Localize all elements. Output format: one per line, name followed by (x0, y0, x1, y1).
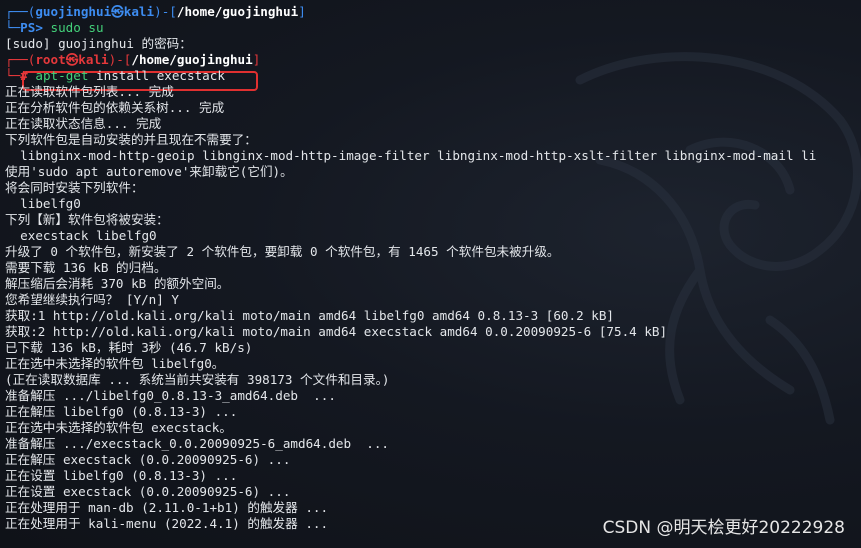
output-line: 获取:1 http://old.kali.org/kali moto/main … (5, 308, 615, 323)
output-line: 使用'sudo apt autoremove'来卸载它(它们)。 (5, 164, 293, 179)
output-line: 正在解压 libelfg0 (0.8.13-3) ... (5, 404, 238, 419)
output-line: libelfg0 (5, 196, 81, 211)
output-line: 正在读取软件包列表... 完成 (5, 84, 174, 99)
output-line: libnginx-mod-http-geoip libnginx-mod-htt… (5, 148, 817, 163)
output-line: 下列【新】软件包将被安装： (5, 212, 169, 227)
output-line: 需要下载 136 kB 的归档。 (5, 260, 167, 275)
output-line: 获取:2 http://old.kali.org/kali moto/main … (5, 324, 668, 339)
root-prompt-header-line: ┌──(root㉿kali)-[/home/guojinghui] (5, 52, 261, 67)
output-line: 正在解压 execstack (0.0.20090925-6) ... (5, 452, 291, 467)
output-line: 您希望继续执行吗？ [Y/n] Y (5, 292, 180, 307)
output-line: execstack libelfg0 (5, 228, 157, 243)
output-line: 正在选中未选择的软件包 libelfg0。 (5, 356, 225, 371)
output-line: 正在读取状态信息... 完成 (5, 116, 162, 131)
output-line: 已下载 136 kB，耗时 3秒 (46.7 kB/s) (5, 340, 253, 355)
output-line: 解压缩后会消耗 370 kB 的额外空间。 (5, 276, 230, 291)
command-args: install execstack (96, 68, 225, 83)
root-command-line: └─# apt-get install execstack (5, 68, 225, 83)
apt-output: 正在读取软件包列表... 完成 正在分析软件包的依赖关系树... 完成 正在读取状态… (5, 84, 861, 532)
output-line: 正在设置 libelfg0 (0.8.13-3) ... (5, 468, 238, 483)
command-name: apt-get (35, 68, 89, 83)
output-line: 准备解压 .../libelfg0_0.8.13-3_amd64.deb ... (5, 388, 336, 403)
output-line: 准备解压 .../execstack_0.0.20090925-6_amd64.… (5, 436, 389, 451)
output-line: 正在选中未选择的软件包 execstack。 (5, 420, 232, 435)
prompt-command-line: └─PS> sudo su (5, 20, 104, 35)
output-line: 升级了 0 个软件包，新安装了 2 个软件包，要卸载 0 个软件包，有 1465… (5, 244, 560, 259)
csdn-watermark: CSDN @明天桧更好20222928 (602, 518, 845, 538)
output-line: 下列软件包是自动安装的并且现在不需要了： (5, 132, 257, 147)
output-line: 正在分析软件包的依赖关系树... 完成 (5, 100, 225, 115)
prompt-header-line: ┌──(guojinghui㉿kali)-[/home/guojinghui] (5, 4, 306, 19)
output-line: 正在设置 execstack (0.0.20090925-6) ... (5, 484, 291, 499)
output-line: (正在读取数据库 ... 系统当前共安装有 398173 个文件和目录。) (5, 372, 390, 387)
sudo-password-prompt: [sudo] guojinghui 的密码： (5, 36, 192, 51)
terminal-output: ┌──(guojinghui㉿kali)-[/home/guojinghui] … (5, 4, 861, 532)
terminal-window[interactable]: ┌──(guojinghui㉿kali)-[/home/guojinghui] … (0, 0, 861, 548)
output-line: 将会同时安装下列软件： (5, 180, 144, 195)
